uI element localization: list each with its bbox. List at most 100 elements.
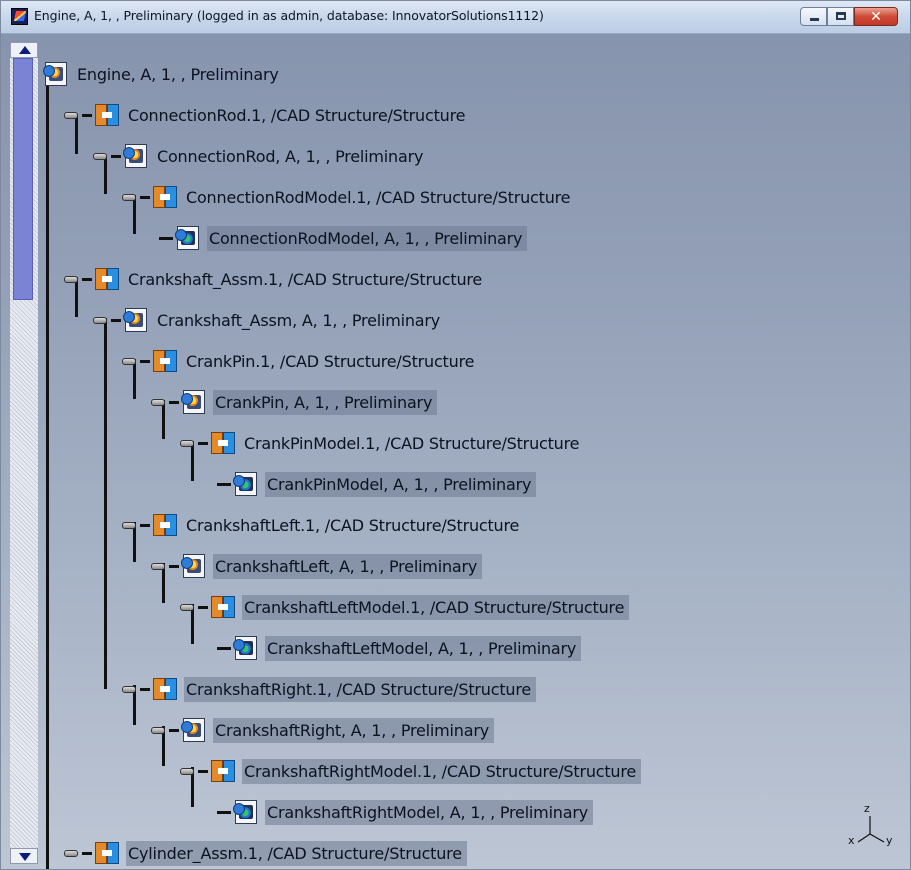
tree-node[interactable]: CrankPin.1, /CAD Structure/Structure <box>122 347 479 375</box>
tree-node[interactable]: ConnectionRod.1, /CAD Structure/Structur… <box>64 101 470 129</box>
tree-node[interactable]: CrankshaftLeftModel, A, 1, , Preliminary <box>217 634 582 662</box>
tree-branch-line <box>140 687 150 691</box>
product-document-icon <box>43 61 69 87</box>
title-bar[interactable]: Engine, A, 1, , Preliminary (logged in a… <box>1 1 910 34</box>
minimize-button[interactable] <box>800 7 827 26</box>
part-document-icon <box>175 225 201 251</box>
tree-node-label[interactable]: CrankPinModel.1, /CAD Structure/Structur… <box>242 431 584 456</box>
component-instance-icon <box>152 184 178 210</box>
tree-branch-line <box>169 564 179 568</box>
tree-node[interactable]: CrankshaftRightModel.1, /CAD Structure/S… <box>180 757 642 785</box>
tree-node[interactable]: CrankPinModel, A, 1, , Preliminary <box>217 470 537 498</box>
tree-node[interactable]: CrankPinModel.1, /CAD Structure/Structur… <box>180 429 584 457</box>
tree-branch-line <box>111 154 121 158</box>
tree-node-label[interactable]: CrankshaftRightModel.1, /CAD Structure/S… <box>242 758 642 784</box>
tree-branch-line <box>111 318 121 322</box>
tree-node[interactable]: CrankshaftLeftModel.1, /CAD Structure/St… <box>180 593 630 621</box>
component-instance-icon <box>94 102 120 128</box>
tree-node-label[interactable]: CrankshaftRight.1, /CAD Structure/Struct… <box>184 676 537 702</box>
maximize-button[interactable] <box>827 7 854 26</box>
expand-collapse-icon[interactable] <box>64 111 78 119</box>
tree-branch-line <box>198 441 208 445</box>
xyz-axis-triad: z x y <box>846 802 896 854</box>
tree-node-label[interactable]: CrankPin, A, 1, , Preliminary <box>213 389 438 415</box>
product-document-icon <box>123 143 149 169</box>
tree-node[interactable]: Crankshaft_Assm, A, 1, , Preliminary <box>93 306 445 334</box>
tree-branch-line <box>169 728 179 732</box>
tree-branch-line <box>159 236 173 240</box>
tree-node-label[interactable]: CrankPin.1, /CAD Structure/Structure <box>184 349 479 374</box>
axis-x-label: x <box>848 834 855 847</box>
tree-node-label[interactable]: CrankshaftLeftModel, A, 1, , Preliminary <box>265 635 582 661</box>
tree-branch-line <box>169 400 179 404</box>
tree-node-label[interactable]: CrankshaftLeft, A, 1, , Preliminary <box>213 553 483 579</box>
tree-connector-line <box>46 74 49 869</box>
tree-node-label[interactable]: CrankshaftRight, A, 1, , Preliminary <box>213 717 494 743</box>
component-instance-icon <box>152 348 178 374</box>
tree-node[interactable]: CrankshaftLeft.1, /CAD Structure/Structu… <box>122 511 524 539</box>
tree-node[interactable]: CrankshaftLeft, A, 1, , Preliminary <box>151 552 483 580</box>
tree-branch-line <box>198 605 208 609</box>
close-button[interactable]: ✕ <box>854 7 898 26</box>
maximize-icon <box>836 12 846 20</box>
tree-node[interactable]: Cylinder_Assm.1, /CAD Structure/Structur… <box>64 839 467 867</box>
tree-node[interactable]: Crankshaft_Assm.1, /CAD Structure/Struct… <box>64 265 487 293</box>
tree-branch-line <box>82 851 92 855</box>
tree-node-label[interactable]: CrankshaftLeftModel.1, /CAD Structure/St… <box>242 594 630 620</box>
expand-collapse-icon[interactable] <box>151 562 165 570</box>
component-instance-icon <box>210 430 236 456</box>
product-document-icon <box>181 389 207 415</box>
tree-branch-line <box>217 810 231 814</box>
expand-collapse-icon[interactable] <box>180 603 194 611</box>
close-icon: ✕ <box>870 9 882 25</box>
expand-collapse-icon[interactable] <box>93 316 107 324</box>
expand-collapse-icon[interactable] <box>151 726 165 734</box>
tree-node-label[interactable]: Crankshaft_Assm, A, 1, , Preliminary <box>155 308 445 333</box>
expand-collapse-icon[interactable] <box>151 398 165 406</box>
axis-y-label: y <box>886 834 893 847</box>
tree-node-label[interactable]: CrankshaftRightModel, A, 1, , Preliminar… <box>265 799 594 825</box>
component-instance-icon <box>152 512 178 538</box>
tree-branch-line <box>82 113 92 117</box>
tree-node-label[interactable]: ConnectionRodModel, A, 1, , Preliminary <box>207 225 528 251</box>
specification-tree: Engine, A, 1, , Preliminary ConnectionRod… <box>1 34 910 869</box>
tree-node-label[interactable]: CrankPinModel, A, 1, , Preliminary <box>265 471 537 497</box>
expand-collapse-icon[interactable] <box>122 521 136 529</box>
axis-z-label: z <box>864 802 870 815</box>
expand-collapse-icon[interactable] <box>122 357 136 365</box>
tree-node[interactable]: CrankshaftRight.1, /CAD Structure/Struct… <box>122 675 537 703</box>
tree-branch-line <box>217 482 231 486</box>
tree-node[interactable]: Engine, A, 1, , Preliminary <box>43 60 284 88</box>
window-title: Engine, A, 1, , Preliminary (logged in a… <box>34 8 544 23</box>
tree-node[interactable]: CrankPin, A, 1, , Preliminary <box>151 388 438 416</box>
expand-collapse-icon[interactable] <box>180 767 194 775</box>
expand-collapse-icon[interactable] <box>122 193 136 201</box>
window-controls: ✕ <box>800 7 898 26</box>
expand-collapse-icon[interactable] <box>64 275 78 283</box>
expand-collapse-icon[interactable] <box>64 849 78 857</box>
tree-node-label[interactable]: Crankshaft_Assm.1, /CAD Structure/Struct… <box>126 267 487 292</box>
tree-branch-line <box>140 359 150 363</box>
tree-branch-line <box>198 769 208 773</box>
tree-node[interactable]: CrankshaftRight, A, 1, , Preliminary <box>151 716 494 744</box>
tree-node-label[interactable]: Cylinder_Assm.1, /CAD Structure/Structur… <box>126 840 467 866</box>
tree-connector-line <box>104 318 107 689</box>
tree-node-label[interactable]: ConnectionRod.1, /CAD Structure/Structur… <box>126 103 470 128</box>
catia-tree-window: Engine, A, 1, , Preliminary (logged in a… <box>0 0 911 870</box>
tree-node-label[interactable]: ConnectionRod, A, 1, , Preliminary <box>155 144 428 169</box>
minimize-icon <box>810 18 819 21</box>
expand-collapse-icon[interactable] <box>180 439 194 447</box>
tree-node-label[interactable]: CrankshaftLeft.1, /CAD Structure/Structu… <box>184 513 524 538</box>
tree-branch-line <box>140 523 150 527</box>
tree-node-label[interactable]: Engine, A, 1, , Preliminary <box>75 62 284 87</box>
tree-node-label[interactable]: ConnectionRodModel.1, /CAD Structure/Str… <box>184 185 575 210</box>
component-instance-icon <box>94 266 120 292</box>
expand-collapse-icon[interactable] <box>93 152 107 160</box>
tree-node[interactable]: ConnectionRodModel, A, 1, , Preliminary <box>159 224 528 252</box>
tree-node[interactable]: CrankshaftRightModel, A, 1, , Preliminar… <box>217 798 594 826</box>
part-document-icon <box>233 799 259 825</box>
component-instance-icon <box>210 594 236 620</box>
expand-collapse-icon[interactable] <box>122 685 136 693</box>
tree-node[interactable]: ConnectionRod, A, 1, , Preliminary <box>93 142 428 170</box>
tree-node[interactable]: ConnectionRodModel.1, /CAD Structure/Str… <box>122 183 575 211</box>
